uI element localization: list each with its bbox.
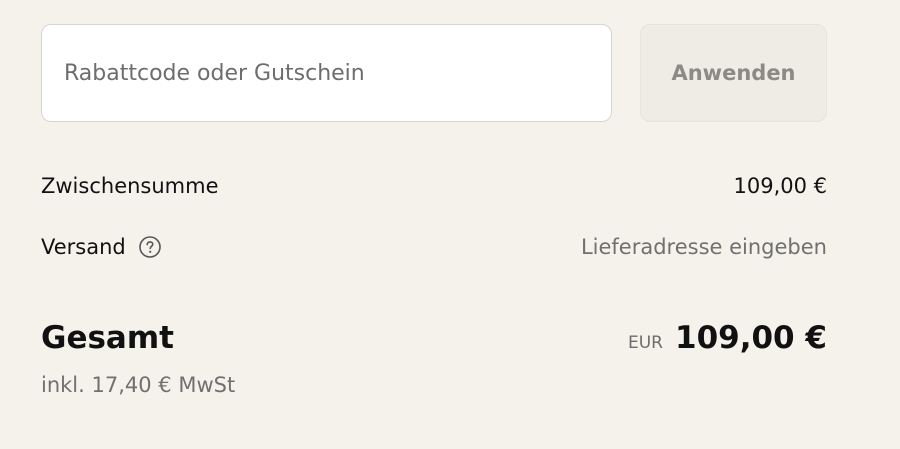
discount-code-row: Anwenden (41, 24, 827, 122)
total-amount-group: EUR 109,00 € (628, 320, 827, 356)
currency-code: EUR (628, 333, 663, 353)
help-circle-icon[interactable] (138, 235, 162, 259)
total-label: Gesamt (41, 320, 174, 356)
tax-note: inkl. 17,40 € MwSt (41, 373, 236, 397)
total-row: Gesamt EUR 109,00 € (41, 314, 827, 362)
apply-discount-button[interactable]: Anwenden (640, 24, 827, 122)
shipping-label: Versand (41, 235, 126, 259)
subtotal-label: Zwischensumme (41, 174, 219, 198)
shipping-value: Lieferadresse eingeben (580, 235, 827, 259)
shipping-label-group: Versand (41, 235, 162, 259)
discount-code-input[interactable] (41, 24, 612, 122)
shipping-row: Versand Lieferadresse eingeben (41, 229, 827, 265)
subtotal-row: Zwischensumme 109,00 € (41, 168, 827, 204)
subtotal-value: 109,00 € (733, 174, 827, 198)
total-value: 109,00 € (675, 320, 827, 356)
